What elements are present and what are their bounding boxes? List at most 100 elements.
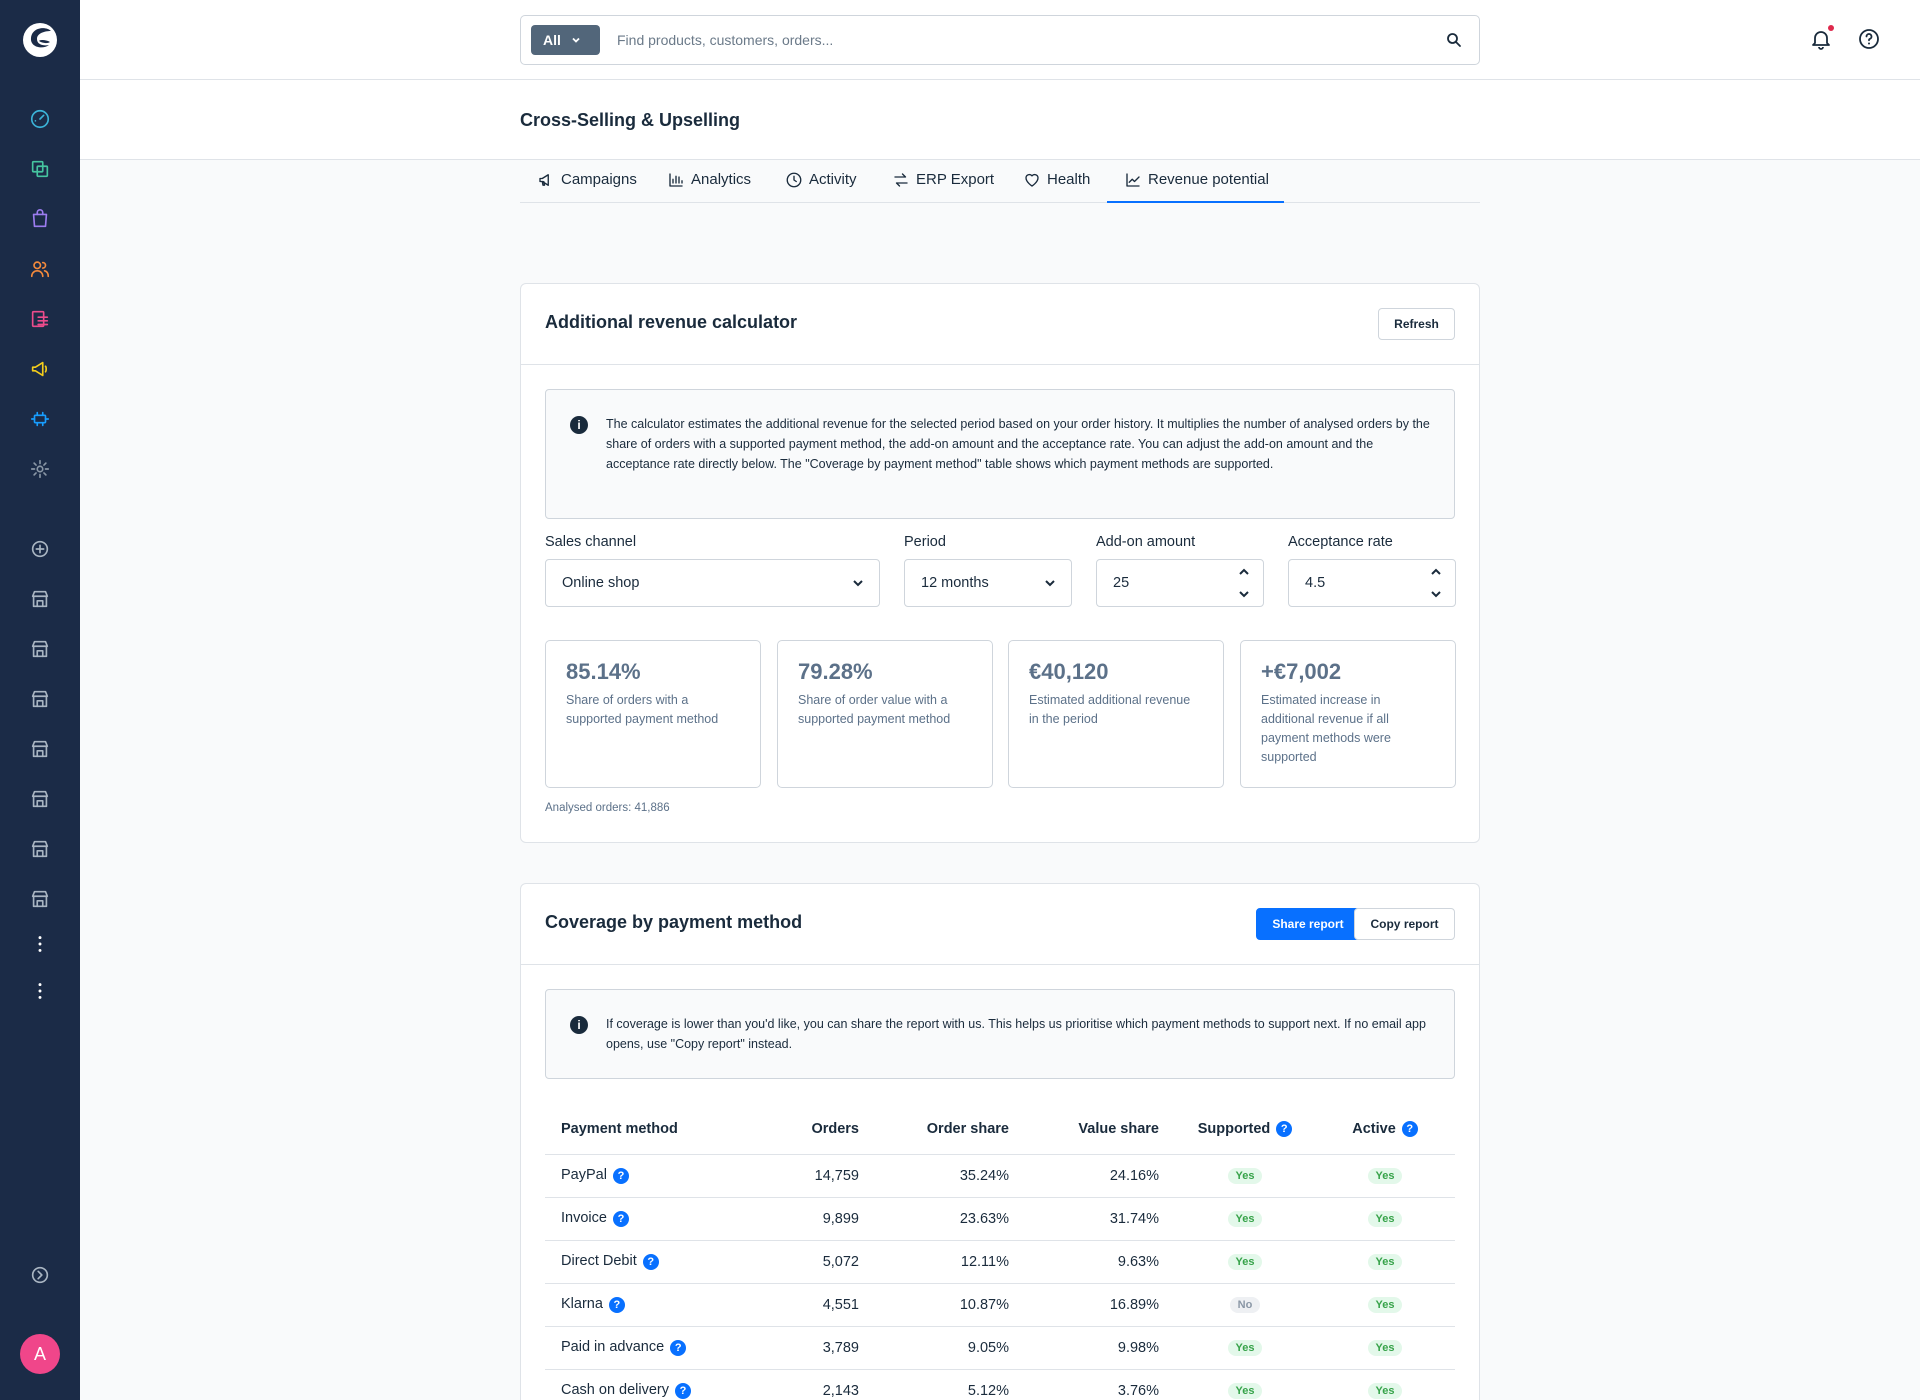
help-icon[interactable]: ? xyxy=(1276,1120,1293,1137)
period-select[interactable]: 12 months xyxy=(904,559,1072,607)
revenue-calculator-card: Additional revenue calculator Refresh i … xyxy=(520,283,1480,843)
storefront-icon[interactable] xyxy=(27,886,53,912)
table-body: PayPal? 14,759 35.24% 24.16% Yes Yes Inv… xyxy=(545,1154,1455,1400)
chevron-down-icon[interactable] xyxy=(1237,588,1251,600)
payment-method-cell: Klarna? xyxy=(545,1283,765,1327)
search-scope-label: All xyxy=(543,32,561,48)
storefront-icon[interactable] xyxy=(27,636,53,662)
card-title: Additional revenue calculator xyxy=(545,312,798,332)
supported-cell: Yes xyxy=(1175,1154,1315,1198)
acceptance-rate-label: Acceptance rate xyxy=(1288,534,1393,550)
info-icon: i xyxy=(570,416,588,434)
info-text: The calculator estimates the additional … xyxy=(606,417,1430,471)
status-badge: Yes xyxy=(1227,1168,1263,1184)
status-badge: Yes xyxy=(1227,1383,1263,1399)
megaphone-icon xyxy=(539,174,549,186)
payment-method-cell: Paid in advance? xyxy=(545,1326,765,1370)
dashboard-icon[interactable] xyxy=(27,106,53,132)
stat-value: 85.14% xyxy=(566,659,641,684)
help-icon[interactable] xyxy=(1857,27,1881,51)
share-report-button[interactable]: Share report xyxy=(1256,908,1360,940)
help-icon[interactable]: ? xyxy=(612,1167,629,1184)
tab-bar: Campaigns Analytics Activity ERP Export … xyxy=(520,160,1480,203)
stat-label: Share of orders with a supported payment… xyxy=(566,693,719,726)
storefront-icon[interactable] xyxy=(27,836,53,862)
search-icon[interactable] xyxy=(1445,31,1463,49)
more-icon[interactable] xyxy=(27,931,53,957)
status-badge: Yes xyxy=(1367,1211,1403,1227)
storefront-icon[interactable] xyxy=(27,786,53,812)
help-icon[interactable]: ? xyxy=(612,1210,629,1227)
help-icon[interactable]: ? xyxy=(670,1339,687,1356)
search-input[interactable] xyxy=(617,16,1437,64)
tab-analytics[interactable]: Analytics xyxy=(667,171,751,203)
stat-value: 79.28% xyxy=(798,659,873,684)
content-icon[interactable] xyxy=(27,306,53,332)
orders-cell: 3,789 xyxy=(765,1326,875,1370)
card-header: Additional revenue calculator Refresh xyxy=(521,284,1479,365)
help-icon[interactable]: ? xyxy=(608,1296,625,1313)
column-header[interactable]: Payment method xyxy=(545,1104,765,1155)
stepper-controls xyxy=(1429,566,1443,600)
table-row: Klarna? 4,551 10.87% 16.89% No Yes xyxy=(545,1283,1455,1327)
value-share-cell: 9.63% xyxy=(1025,1240,1175,1284)
tab-revenue-potential[interactable]: Revenue potential xyxy=(1107,171,1284,203)
storefront-icon[interactable] xyxy=(27,686,53,712)
marketing-icon[interactable] xyxy=(27,356,53,382)
bar-chart-icon xyxy=(669,173,683,187)
copy-report-button[interactable]: Copy report xyxy=(1354,908,1455,940)
extensions-icon[interactable] xyxy=(27,406,53,432)
heart-icon xyxy=(1025,173,1039,187)
catalogue-icon[interactable] xyxy=(27,156,53,182)
sales-channel-select[interactable]: Online shop xyxy=(545,559,880,607)
supported-cell: Yes xyxy=(1175,1326,1315,1370)
storefront-icon[interactable] xyxy=(27,736,53,762)
chevron-up-icon[interactable] xyxy=(1237,566,1251,578)
calculator-info-box: i The calculator estimates the additiona… xyxy=(545,389,1455,519)
status-badge: No xyxy=(1229,1297,1261,1313)
help-icon[interactable]: ? xyxy=(675,1382,691,1399)
tab-activity[interactable]: Activity xyxy=(785,171,857,203)
help-icon[interactable]: ? xyxy=(1401,1120,1418,1137)
coverage-card: Coverage by payment method Share report … xyxy=(520,883,1480,1400)
order-share-cell: 12.11% xyxy=(875,1240,1025,1284)
stat-card-value-share: 79.28% Share of order value with a suppo… xyxy=(777,640,993,788)
expand-sidebar-icon[interactable] xyxy=(27,1262,53,1288)
add-sales-channel-icon[interactable] xyxy=(27,536,53,562)
storefront-icon[interactable] xyxy=(27,586,53,612)
chevron-up-icon[interactable] xyxy=(1429,566,1443,578)
active-cell: Yes xyxy=(1315,1240,1455,1284)
stat-label: Estimated additional revenue in the peri… xyxy=(1029,693,1191,726)
more-icon[interactable] xyxy=(27,978,53,1004)
addon-amount-label: Add-on amount xyxy=(1096,534,1196,550)
help-icon[interactable]: ? xyxy=(642,1253,659,1270)
column-header: Supported? xyxy=(1175,1104,1315,1155)
orders-icon[interactable] xyxy=(27,206,53,232)
column-header[interactable]: Orders xyxy=(765,1104,875,1155)
tab-erp-export[interactable]: ERP Export xyxy=(892,171,994,203)
customers-icon[interactable] xyxy=(27,256,53,282)
column-header[interactable]: Order share xyxy=(875,1104,1025,1155)
settings-icon[interactable] xyxy=(27,456,53,482)
period-label: Period xyxy=(904,534,946,550)
column-header[interactable]: Value share xyxy=(1025,1104,1175,1155)
table-row: Paid in advance? 3,789 9.05% 9.98% Yes Y… xyxy=(545,1326,1455,1370)
refresh-button[interactable]: Refresh xyxy=(1378,308,1455,340)
orders-cell: 14,759 xyxy=(765,1154,875,1198)
logo[interactable] xyxy=(20,20,60,60)
value-share-cell: 31.74% xyxy=(1025,1197,1175,1241)
acceptance-rate-stepper[interactable]: 4.5 xyxy=(1288,559,1456,607)
coverage-table: Payment method Orders Order share Value … xyxy=(545,1104,1455,1400)
orders-cell: 2,143 xyxy=(765,1369,875,1400)
avatar[interactable]: A xyxy=(20,1334,60,1374)
status-badge: Yes xyxy=(1367,1254,1403,1270)
chevron-down-icon[interactable] xyxy=(1429,588,1443,600)
addon-amount-stepper[interactable]: 25 xyxy=(1096,559,1264,607)
stat-label: Share of order value with a supported pa… xyxy=(798,693,951,726)
status-badge: Yes xyxy=(1227,1211,1263,1227)
sales-channel-label: Sales channel xyxy=(545,534,637,550)
tab-campaigns[interactable]: Campaigns xyxy=(537,171,637,203)
orders-cell: 4,551 xyxy=(765,1283,875,1327)
tab-health[interactable]: Health xyxy=(1023,171,1090,203)
search-scope-select[interactable]: All xyxy=(531,25,600,55)
